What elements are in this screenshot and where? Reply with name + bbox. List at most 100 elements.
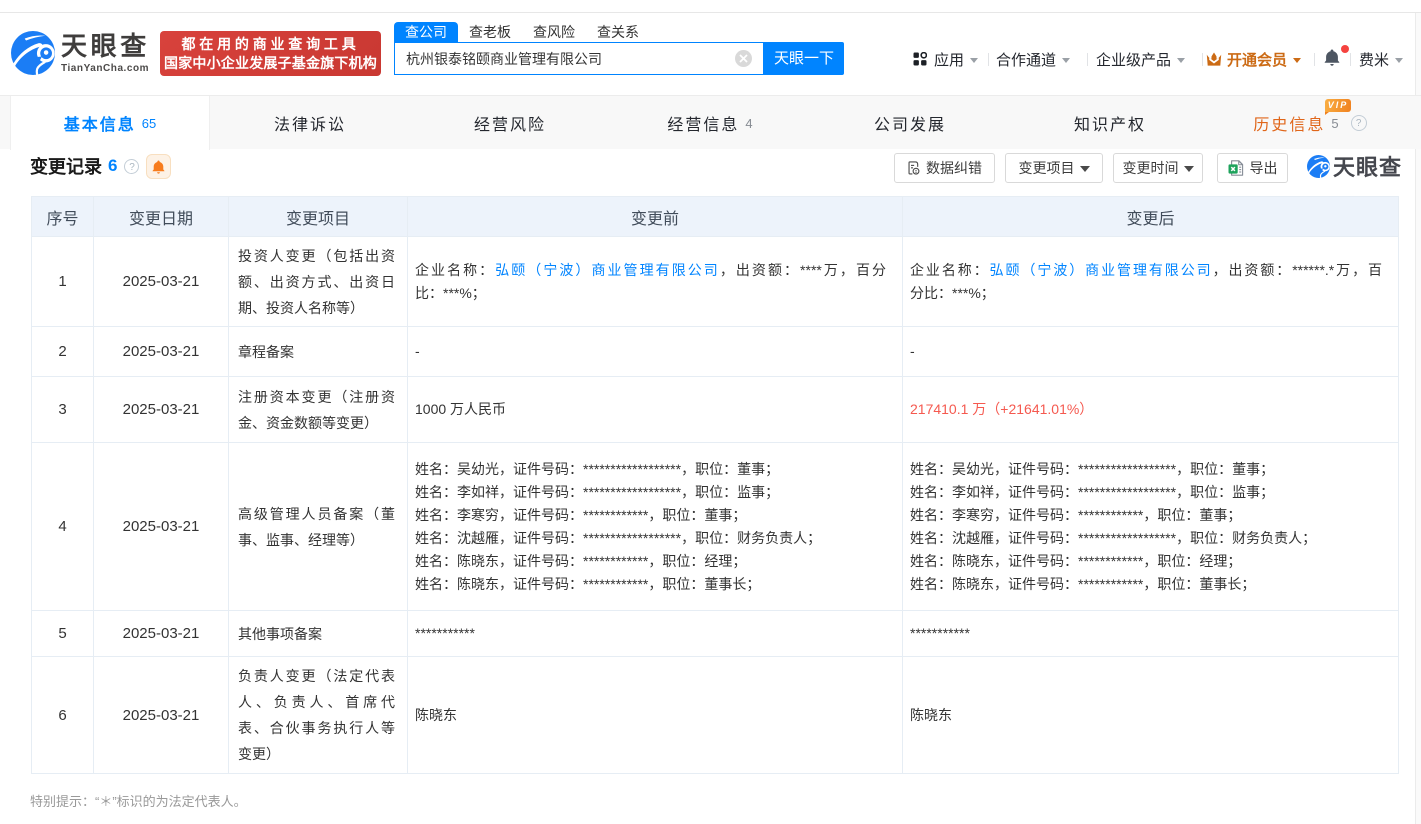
search-tab-risk[interactable]: 查风险 xyxy=(522,22,586,42)
cell-line: 姓名：沈越雁，证件号码：******************，职位：财务负责人； xyxy=(415,527,886,550)
cell-line: 姓名：李如祥，证件号码：******************，职位：监事； xyxy=(910,481,1382,504)
help-icon[interactable]: ? xyxy=(1351,115,1367,131)
search-tab-boss[interactable]: 查老板 xyxy=(458,22,522,42)
excel-icon xyxy=(1228,160,1244,176)
cell-text: 企业名称： xyxy=(415,262,495,278)
nav-enterprise[interactable]: 企业级产品 xyxy=(1096,44,1185,74)
cell-before: *********** xyxy=(408,611,903,657)
cell-date: 2025-03-21 xyxy=(94,611,229,657)
help-icon[interactable]: ? xyxy=(124,159,139,174)
cell-line: 姓名：陈晓东，证件号码：************，职位：经理； xyxy=(910,550,1382,573)
cell-date: 2025-03-21 xyxy=(94,237,229,327)
section-title: 变更记录 6 ? xyxy=(30,153,139,179)
cell-date: 2025-03-21 xyxy=(94,327,229,377)
cell-before: - xyxy=(408,327,903,377)
cell-line: 章程备案 xyxy=(238,339,395,365)
page-tabbar: 基本信息65法律诉讼 经营风险 经营信息4公司发展 知识产权 历史信息5?VIP xyxy=(0,95,1421,149)
cell-text: 姓名：李寒穷，证件号码：************，职位：董事； xyxy=(415,507,746,523)
cell-text: 姓名：李如祥，证件号码：******************，职位：监事； xyxy=(415,484,779,500)
search-tab-company[interactable]: 查公司 xyxy=(394,22,458,42)
tab-count: 4 xyxy=(745,116,752,131)
data-correct-button[interactable]: 数据纠错 xyxy=(894,153,995,183)
nav-partner[interactable]: 合作通道 xyxy=(996,44,1070,74)
cell-text: - xyxy=(415,343,420,359)
tab-basic[interactable]: 基本信息65 xyxy=(10,96,210,150)
watermark-logo-icon xyxy=(1307,155,1330,178)
cell-line: 姓名：李寒穷，证件号码：************，职位：董事； xyxy=(910,504,1382,527)
cell-text: 表、合伙事务执行人等 xyxy=(238,720,395,736)
notification-dot xyxy=(1341,45,1349,53)
cell-line: 姓名：李如祥，证件号码：******************，职位：监事； xyxy=(415,481,886,504)
monitor-bell-button[interactable] xyxy=(146,154,171,179)
caret-down-icon xyxy=(1080,166,1090,172)
tab-lawsuit[interactable]: 法律诉讼 xyxy=(210,96,410,150)
tab-operation[interactable]: 经营信息4 xyxy=(610,96,810,150)
cell-line: 额、出资方式、出资日 xyxy=(238,269,395,295)
tab-history[interactable]: 历史信息5?VIP xyxy=(1210,96,1410,150)
nav-notifications[interactable] xyxy=(1324,44,1340,74)
filter-item-button[interactable]: 变更项目 xyxy=(1005,153,1103,183)
cell-line: 姓名：李寒穷，证件号码：************，职位：董事； xyxy=(415,504,886,527)
nav-user[interactable]: 费米 xyxy=(1359,44,1403,74)
cell-text: 金、资金数额等变更） xyxy=(238,415,378,431)
table-row: 62025-03-21负责人变更（法定代表人、负责人、首席代表、合伙事务执行人等… xyxy=(32,657,1399,774)
tab-risk[interactable]: 经营风险 xyxy=(410,96,610,150)
nav-divider xyxy=(1350,53,1351,66)
company-link[interactable]: 弘颐（宁波）商业管理有限公司 xyxy=(990,262,1213,278)
caret-down-icon xyxy=(1184,166,1194,172)
cell-after: *********** xyxy=(903,611,1399,657)
cell-text: 人、负责人、首席代 xyxy=(238,694,395,710)
cell-text: 投资人变更（包括出资 xyxy=(238,248,395,264)
cell-item: 负责人变更（法定代表人、负责人、首席代表、合伙事务执行人等变更） xyxy=(229,657,408,774)
changed-value-red: 217410.1 万（+21641.01%） xyxy=(910,401,1093,417)
watermark-logo: 天眼查 xyxy=(1307,154,1402,178)
tab-count: 65 xyxy=(142,116,156,131)
cell-item: 高级管理人员备案（董事、监事、经理等） xyxy=(229,443,408,611)
cell-no: 5 xyxy=(32,611,94,657)
chevron-down-icon xyxy=(1177,58,1185,63)
cell-no: 6 xyxy=(32,657,94,774)
cell-text: 姓名：沈越雁，证件号码：******************，职位：财务负责人； xyxy=(910,530,1316,546)
table-row: 22025-03-21章程备案-- xyxy=(32,327,1399,377)
search-tab-relation[interactable]: 查关系 xyxy=(586,22,650,42)
section-title-text: 变更记录 xyxy=(30,153,102,179)
cell-text: 陈晓东 xyxy=(910,707,952,723)
nav-vip[interactable]: 开通会员 xyxy=(1206,44,1301,74)
export-button[interactable]: 导出 xyxy=(1217,153,1288,183)
filter-time-button[interactable]: 变更时间 xyxy=(1113,153,1203,183)
nav-divider xyxy=(988,53,989,66)
cell-before: 企业名称：弘颐（宁波）商业管理有限公司，出资额：****万，百分比：***%； xyxy=(408,237,903,327)
cell-text: 章程备案 xyxy=(238,344,294,360)
cell-after: 217410.1 万（+21641.01%） xyxy=(903,377,1399,443)
bell-icon xyxy=(1324,49,1340,66)
tab-ip[interactable]: 知识产权 xyxy=(1010,96,1210,150)
cell-line: *********** xyxy=(910,622,1382,645)
nav-apps[interactable]: 应用 xyxy=(913,44,978,74)
cell-text: 姓名：李寒穷，证件号码：************，职位：董事； xyxy=(910,507,1241,523)
cell-text: ，出资额：****万，百分 xyxy=(720,262,886,278)
cell-item: 注册资本变更（注册资金、资金数额等变更） xyxy=(229,377,408,443)
cell-line: 注册资本变更（注册资 xyxy=(238,384,395,410)
cell-line: - xyxy=(415,340,886,363)
cell-text: 姓名：陈晓东，证件号码：************，职位：经理； xyxy=(910,553,1241,569)
cell-line: 姓名：吴幼光，证件号码：******************，职位：董事； xyxy=(910,458,1382,481)
company-link[interactable]: 弘颐（宁波）商业管理有限公司 xyxy=(495,262,720,278)
export-label: 导出 xyxy=(1250,158,1278,178)
cell-line: 陈晓东 xyxy=(415,704,886,727)
cell-item: 章程备案 xyxy=(229,327,408,377)
chevron-down-icon xyxy=(1062,58,1070,63)
cell-line: 1000 万人民币 xyxy=(415,398,886,421)
col-header-after: 变更后 xyxy=(903,197,1399,237)
chevron-down-icon xyxy=(1293,58,1301,63)
cell-date: 2025-03-21 xyxy=(94,657,229,774)
cell-text: - xyxy=(910,343,915,359)
cell-line: 217410.1 万（+21641.01%） xyxy=(910,398,1382,421)
cell-line: 姓名：沈越雁，证件号码：******************，职位：财务负责人； xyxy=(910,527,1382,550)
tab-label: 经营风险 xyxy=(474,111,546,135)
watermark-text: 天眼查 xyxy=(1333,150,1402,182)
tab-development[interactable]: 公司发展 xyxy=(810,96,1010,150)
cell-no: 4 xyxy=(32,443,94,611)
tab-label: 知识产权 xyxy=(1074,111,1146,135)
cell-line: 姓名：陈晓东，证件号码：************，职位：经理； xyxy=(415,550,886,573)
search-tabs: 查公司 查老板 查风险 查关系 xyxy=(394,22,650,42)
